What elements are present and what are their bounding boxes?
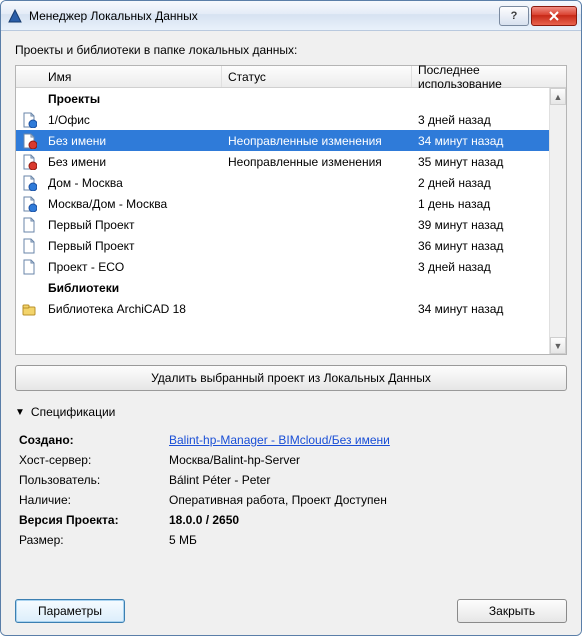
group-libraries[interactable]: Библиотеки [16,277,549,298]
data-list: Имя Статус Последнее использование Проек… [15,65,567,355]
window-buttons: ? [497,6,577,26]
table-row[interactable]: Библиотека ArchiCAD 18 34 минут назад [16,298,549,319]
project-icon [16,214,42,235]
row-last-used: 2 дней назад [412,172,549,193]
header-status[interactable]: Статус [222,66,412,87]
table-row[interactable]: Первый Проект 39 минут назад [16,214,549,235]
table-row[interactable]: Без имениНеоправленные изменения34 минут… [16,130,549,151]
spec-created-label: Создано: [19,433,169,447]
project-icon [16,130,42,151]
row-name: Без имени [42,151,222,172]
row-name: Первый Проект [42,235,222,256]
spec-host-value: Москва/Balint-hp-Server [169,453,567,467]
titlebar: Менеджер Локальных Данных ? [1,1,581,31]
table-row[interactable]: 1/Офис 3 дней назад [16,109,549,130]
row-status [222,193,412,214]
row-status [222,172,412,193]
row-last-used: 35 минут назад [412,151,549,172]
spec-user-value: Bálint Péter - Peter [169,473,567,487]
row-status [222,298,412,319]
header-name[interactable]: Имя [42,66,222,87]
scroll-up-icon[interactable]: ▲ [550,88,566,105]
row-last-used: 3 дней назад [412,109,549,130]
row-name: Без имени [42,130,222,151]
scrollbar-vertical[interactable]: ▲ ▼ [549,88,566,354]
scroll-down-icon[interactable]: ▼ [550,337,566,354]
spec-version-value: 18.0.0 / 2650 [169,513,567,527]
row-name: Первый Проект [42,214,222,235]
row-last-used: 1 день назад [412,193,549,214]
prompt-label: Проекты и библиотеки в папке локальных д… [15,43,567,57]
table-row[interactable]: Проект - ECO 3 дней назад [16,256,549,277]
list-body: Проекты1/Офис3 дней назадБез имениНеопра… [16,88,566,354]
delete-project-button[interactable]: Удалить выбранный проект из Локальных Да… [15,365,567,391]
dialog-window: Менеджер Локальных Данных ? Проекты и би… [0,0,582,636]
spec-avail-label: Наличие: [19,493,169,507]
row-status [222,235,412,256]
row-status: Неоправленные изменения [222,151,412,172]
table-row[interactable]: Москва/Дом - Москва 1 день назад [16,193,549,214]
spec-created-value: Balint-hp-Manager - BIMcloud/Без имени [169,433,567,447]
dialog-content: Проекты и библиотеки в папке локальных д… [1,31,581,635]
dialog-footer: Параметры Закрыть [15,585,567,623]
project-icon [16,172,42,193]
specifications-toggle[interactable]: ▼ Спецификации [15,405,567,419]
library-icon [16,298,42,319]
row-last-used: 39 минут назад [412,214,549,235]
spec-size-label: Размер: [19,533,169,547]
app-icon [7,8,23,24]
spec-host-label: Хост-сервер: [19,453,169,467]
row-name: 1/Офис [42,109,222,130]
spec-user-label: Пользователь: [19,473,169,487]
row-name: Москва/Дом - Москва [42,193,222,214]
row-last-used: 34 минут назад [412,130,549,151]
header-icon-col[interactable] [16,66,42,87]
project-icon [16,235,42,256]
project-icon [16,151,42,172]
project-icon [16,256,42,277]
table-row[interactable]: Дом - Москва 2 дней назад [16,172,549,193]
project-icon [16,109,42,130]
spec-version-label: Версия Проекта: [19,513,169,527]
close-dialog-button[interactable]: Закрыть [457,599,567,623]
table-row[interactable]: Первый Проект 36 минут назад [16,235,549,256]
scroll-track[interactable] [550,105,566,337]
row-status [222,256,412,277]
row-last-used: 36 минут назад [412,235,549,256]
row-name: Дом - Москва [42,172,222,193]
header-last-used[interactable]: Последнее использование [412,66,566,87]
row-status [222,214,412,235]
spec-size-value: 5 МБ [169,533,567,547]
spec-avail-value: Оперативная работа, Проект Доступен [169,493,567,507]
project-icon [16,193,42,214]
row-name: Проект - ECO [42,256,222,277]
specifications-panel: Создано: Balint-hp-Manager - BIMcloud/Бе… [15,433,567,547]
parameters-button[interactable]: Параметры [15,599,125,623]
close-button[interactable] [531,6,577,26]
spec-created-link[interactable]: Balint-hp-Manager - BIMcloud/Без имени [169,433,390,447]
row-status: Неоправленные изменения [222,130,412,151]
table-row[interactable]: Без имениНеоправленные изменения35 минут… [16,151,549,172]
row-last-used: 3 дней назад [412,256,549,277]
specifications-label: Спецификации [31,405,115,419]
row-status [222,109,412,130]
window-title: Менеджер Локальных Данных [29,9,497,23]
chevron-down-icon: ▼ [15,407,25,418]
row-last-used: 34 минут назад [412,298,549,319]
group-projects[interactable]: Проекты [16,88,549,109]
help-button[interactable]: ? [499,6,529,26]
list-header: Имя Статус Последнее использование [16,66,566,88]
row-name: Библиотека ArchiCAD 18 [42,298,222,319]
